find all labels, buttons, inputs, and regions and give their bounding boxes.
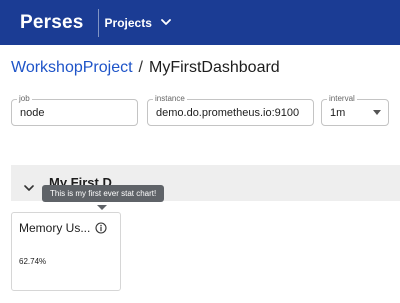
info-icon[interactable] (95, 222, 107, 234)
chevron-down-icon[interactable] (24, 179, 34, 197)
chevron-down-icon (161, 19, 171, 26)
instance-variable-value: demo.do.prometheus.io:9100 (156, 107, 300, 119)
job-variable-value: node (20, 107, 45, 119)
breadcrumb: WorkshopProject / MyFirstDashboard (11, 59, 280, 77)
panel-title: Memory Us... (19, 221, 91, 235)
breadcrumb-dashboard: MyFirstDashboard (148, 59, 280, 76)
interval-select[interactable]: interval 1m (321, 94, 389, 126)
job-variable-label: job (17, 94, 32, 104)
tooltip-arrow (97, 205, 107, 210)
stat-chart-panel: Memory Us... 62.74% (11, 212, 121, 291)
projects-label: Projects (104, 15, 152, 30)
breadcrumb-separator: / (138, 59, 143, 76)
perses-logo[interactable]: Perses (20, 12, 84, 34)
stat-value: 62.74% (19, 257, 47, 266)
projects-menu-button[interactable]: Projects (105, 16, 171, 30)
job-variable-field[interactable]: job node (11, 94, 138, 126)
instance-variable-label: instance (153, 94, 187, 104)
instance-variable-field[interactable]: instance demo.do.prometheus.io:9100 (147, 94, 314, 126)
dropdown-arrow-icon (373, 110, 381, 115)
interval-select-value: 1m (330, 107, 346, 119)
breadcrumb-project-link[interactable]: WorkshopProject (11, 59, 133, 77)
header-divider (97, 8, 99, 37)
panel-description-tooltip: This is my first ever stat chart! (42, 185, 165, 202)
interval-select-label: interval (327, 94, 357, 104)
top-app-bar: Perses Projects (0, 0, 400, 45)
